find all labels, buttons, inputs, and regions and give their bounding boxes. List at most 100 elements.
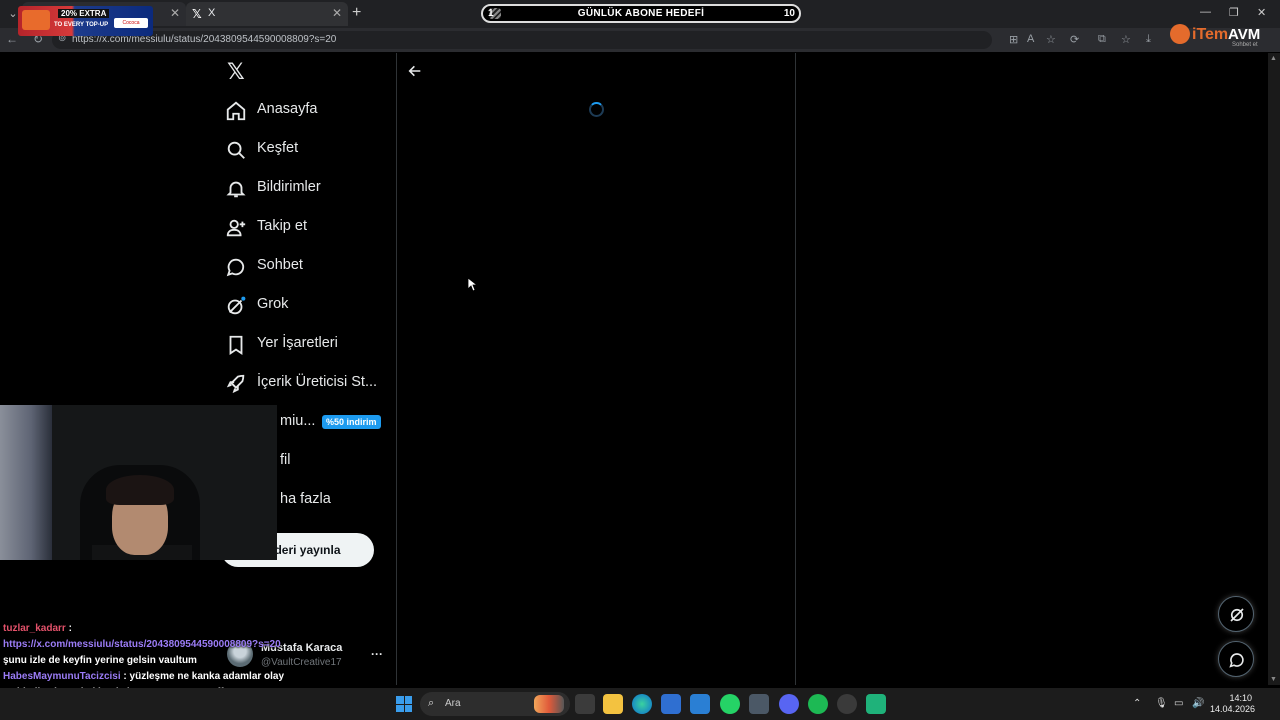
- more-options-icon[interactable]: ···: [371, 647, 383, 661]
- sidebar-item-label: miu...: [280, 413, 316, 429]
- volume-icon[interactable]: 🔊: [1192, 698, 1204, 709]
- goal-title: GÜNLÜK ABONE HEDEFİ: [577, 8, 705, 19]
- edge-browser-icon[interactable]: [632, 694, 652, 714]
- mail-icon[interactable]: [690, 694, 710, 714]
- page-scrollbar[interactable]: ▲ ▼: [1268, 53, 1280, 685]
- file-explorer-icon[interactable]: [603, 694, 623, 714]
- search-highlight-image: [534, 695, 564, 713]
- whatsapp-icon[interactable]: [720, 694, 740, 714]
- refresh-extension-icon[interactable]: ⟳: [1070, 33, 1079, 46]
- column-divider: [396, 53, 397, 685]
- subscriber-goal-bar: 1 GÜNLÜK ABONE HEDEFİ 10: [481, 4, 801, 23]
- messages-floating-button[interactable]: [1218, 641, 1254, 677]
- mouse-cursor-icon: [467, 277, 479, 297]
- ad-line-2: TO EVERY TOP-UP: [54, 22, 109, 28]
- sidebar-item-label: Keşfet: [257, 140, 299, 156]
- x-logo-icon[interactable]: 𝕏: [227, 61, 247, 83]
- chat-link: https://x.com/messiulu/status/2043809544…: [3, 639, 281, 650]
- sidebar-item-label: ha fazla: [280, 491, 331, 507]
- split-screen-icon[interactable]: ⊞: [1009, 33, 1018, 46]
- sidebar-item-label: İçerik Üreticisi St...: [257, 374, 378, 390]
- sidebar-item-label: Takip et: [257, 218, 307, 234]
- store-icon[interactable]: [661, 694, 681, 714]
- home-icon: [225, 100, 247, 122]
- chat-icon: [1229, 653, 1244, 668]
- new-tab-icon[interactable]: +: [352, 4, 361, 22]
- webcam-hair: [106, 475, 174, 505]
- browser-tab-bar: ⌄ ✕ 𝕏 X ✕ + 20% EXTRA TO EVERY TOP-UP Co…: [0, 0, 1280, 36]
- sponsor-logo-text-a: iTem: [1192, 26, 1229, 43]
- ad-line-1: 20% EXTRA: [58, 9, 110, 18]
- back-icon[interactable]: ←: [6, 32, 18, 46]
- microphone-icon[interactable]: 🎙: [1155, 698, 1168, 709]
- taskbar-search[interactable]: ⌕ Ara: [420, 692, 570, 716]
- x-favicon-icon: 𝕏: [192, 7, 202, 21]
- taskbar-clock[interactable]: 14:10 14.04.2026: [1210, 693, 1256, 715]
- spotify-icon[interactable]: [808, 694, 828, 714]
- grok-floating-button[interactable]: [1218, 596, 1254, 632]
- discord-icon[interactable]: [779, 694, 799, 714]
- ad-banner[interactable]: 20% EXTRA TO EVERY TOP-UP Cococa: [18, 6, 153, 36]
- close-tab-icon[interactable]: ✕: [170, 6, 180, 20]
- minimize-icon[interactable]: —: [1200, 6, 1211, 18]
- url-field[interactable]: ⊚ https://x.com/messiulu/status/20438095…: [52, 31, 992, 49]
- favorites-icon[interactable]: ☆: [1121, 33, 1131, 46]
- app-icon[interactable]: [749, 694, 769, 714]
- taskbar-search-placeholder: Ara: [445, 698, 461, 709]
- sidebar-item-label: Grok: [257, 296, 289, 312]
- obs-icon[interactable]: [837, 694, 857, 714]
- search-icon: [225, 139, 247, 161]
- chat-username: tuzlar_kadarr: [3, 623, 66, 634]
- follow-icon: [225, 217, 247, 239]
- sponsor-logo-icon: [1170, 24, 1190, 44]
- chat-username: HabesMaymunuTacizcisi: [3, 671, 121, 682]
- start-menu-icon[interactable]: [396, 696, 412, 712]
- x-page: 𝕏 Anasayfa Keşfet Bildirimler Takip et S…: [3, 53, 1267, 685]
- sidebar-item-label: Anasayfa: [257, 101, 318, 117]
- sponsor-logo-sub: Sohbet et: [1232, 42, 1258, 48]
- sidebar-item-label: fil: [280, 452, 291, 468]
- close-tab-icon[interactable]: ✕: [332, 6, 342, 20]
- sidebar-item-label: Yer İşaretleri: [257, 335, 338, 351]
- back-arrow-icon[interactable]: [407, 63, 423, 79]
- screen: ⌄ ✕ 𝕏 X ✕ + 20% EXTRA TO EVERY TOP-UP Co…: [0, 0, 1280, 720]
- grok-icon: [1230, 608, 1244, 622]
- grok-icon: [225, 295, 247, 317]
- column-divider: [795, 53, 796, 685]
- tray-overflow-icon[interactable]: ⌃: [1133, 698, 1141, 709]
- goal-target: 10: [783, 8, 795, 19]
- tab-title: X: [208, 7, 216, 19]
- browser-tab-active[interactable]: 𝕏 X ✕: [186, 2, 348, 26]
- network-icon[interactable]: ▭: [1174, 698, 1183, 709]
- scroll-up-icon[interactable]: ▲: [1270, 55, 1277, 62]
- chat-message: tuzlar_kadarr : https://x.com/messiulu/s…: [3, 623, 281, 666]
- ad-logo: [22, 10, 50, 30]
- loading-spinner-icon: [589, 102, 604, 117]
- bell-icon: [225, 178, 247, 200]
- bookmark-icon: [225, 334, 247, 356]
- favorite-star-icon[interactable]: ☆: [1046, 33, 1056, 46]
- extensions-icon[interactable]: ⧉: [1098, 33, 1106, 46]
- read-aloud-icon[interactable]: A: [1027, 33, 1034, 45]
- clock-date: 14.04.2026: [1210, 704, 1256, 714]
- address-bar: ← ↻ ⊚ https://x.com/messiulu/status/2043…: [0, 28, 1280, 52]
- scroll-down-icon[interactable]: ▼: [1270, 676, 1277, 683]
- chat-icon: [225, 256, 247, 278]
- rocket-icon: [225, 373, 247, 395]
- search-icon: ⌕: [428, 697, 435, 709]
- app-icon[interactable]: [866, 694, 886, 714]
- webcam-background: [0, 405, 52, 560]
- clock-time: 14:10: [1229, 693, 1252, 703]
- chat-text: şunu izle de keyfin yerine gelsin vaultu…: [3, 655, 197, 666]
- ad-brand: Cococa: [114, 18, 148, 28]
- premium-discount-badge: %50 indirim: [322, 415, 381, 429]
- download-icon[interactable]: ⤓: [1146, 33, 1151, 46]
- windows-taskbar: ⌕ Ara ⌃ 🎙 ▭ 🔊 14:10 14.04.2026: [0, 688, 1280, 720]
- task-view-icon[interactable]: [575, 694, 595, 714]
- maximize-icon[interactable]: ❐: [1229, 6, 1239, 19]
- close-window-icon[interactable]: ✕: [1257, 6, 1266, 19]
- streamer-webcam: [0, 405, 277, 560]
- sponsor-logo-text-b: AVM: [1228, 26, 1261, 43]
- stream-sponsor-logo: iTem AVM Sohbet et: [1170, 22, 1270, 48]
- sidebar-item-label: Bildirimler: [257, 179, 321, 195]
